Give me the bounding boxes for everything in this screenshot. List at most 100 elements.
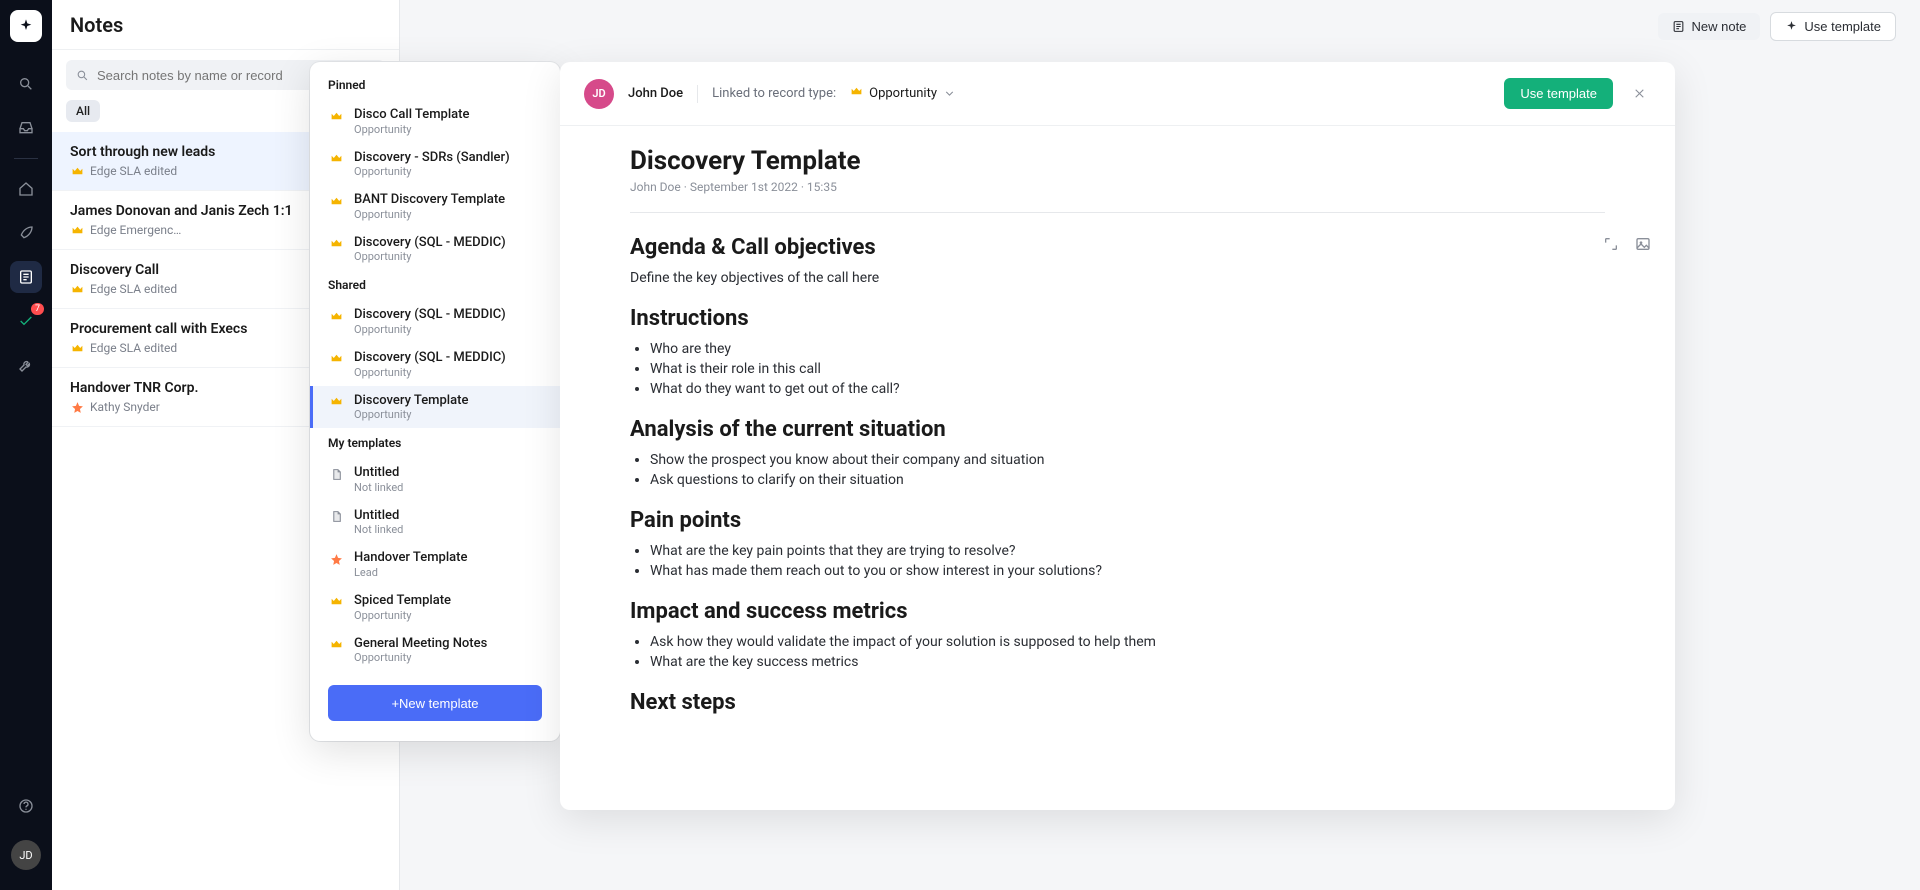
tpl-item-title: Discovery (SQL - MEDDIC)	[354, 235, 506, 251]
tpl-item[interactable]: UntitledNot linked	[310, 458, 560, 501]
crown-icon	[70, 341, 84, 355]
section-heading-next[interactable]: Next steps	[630, 690, 1605, 715]
nav-home-icon[interactable]	[10, 173, 42, 205]
doc-icon	[328, 466, 344, 482]
image-icon[interactable]	[1635, 236, 1651, 252]
tpl-item-title: Spiced Template	[354, 593, 451, 609]
sparkle-icon	[1785, 20, 1798, 33]
crown-icon	[328, 151, 344, 167]
crown-icon	[328, 351, 344, 367]
note-meta: Kathy Snyder	[90, 400, 160, 414]
tpl-item-title: Handover Template	[354, 550, 467, 566]
nav-search-icon[interactable]	[10, 68, 42, 100]
tpl-item[interactable]: Discovery TemplateOpportunity	[310, 386, 560, 429]
section-list-item[interactable]: Who are they	[650, 341, 1605, 357]
note-meta: Edge SLA edited	[90, 341, 177, 355]
expand-icon[interactable]	[1603, 236, 1619, 252]
tpl-item[interactable]: Disco Call TemplateOpportunity	[310, 100, 560, 143]
tpl-item-sub: Opportunity	[354, 165, 510, 178]
section-list[interactable]: Show the prospect you know about their c…	[650, 452, 1605, 488]
editor-body[interactable]: Discovery Template John Doe · September …	[560, 126, 1675, 810]
nav-tasks-icon[interactable]: 7	[10, 305, 42, 337]
nav-rocket-icon[interactable]	[10, 217, 42, 249]
section-list-item[interactable]: What are the key success metrics	[650, 654, 1605, 670]
crown-icon	[70, 223, 84, 237]
new-note-button[interactable]: New note	[1658, 13, 1760, 40]
filter-all[interactable]: All	[66, 100, 100, 122]
nav-notes-icon[interactable]	[10, 261, 42, 293]
tpl-item-sub: Opportunity	[354, 250, 506, 263]
nav-tasks-badge: 7	[31, 303, 44, 315]
nav-divider	[14, 158, 38, 159]
tpl-item-title: Discovery - SDRs (Sandler)	[354, 150, 510, 166]
section-list-item[interactable]: What has made them reach out to you or s…	[650, 563, 1605, 579]
doc-icon	[328, 509, 344, 525]
section-heading-impact[interactable]: Impact and success metrics	[630, 599, 1605, 624]
use-template-button[interactable]: Use template	[1504, 78, 1613, 109]
tpl-item[interactable]: Discovery (SQL - MEDDIC)Opportunity	[310, 300, 560, 343]
top-actions: New note Use template	[1658, 12, 1896, 41]
close-icon	[1633, 87, 1646, 100]
section-text[interactable]: Define the key objectives of the call he…	[630, 270, 1605, 286]
divider	[630, 212, 1605, 213]
notes-panel-title: Notes	[70, 13, 123, 37]
section-heading-pain[interactable]: Pain points	[630, 508, 1605, 533]
note-meta: Edge SLA edited	[90, 164, 177, 178]
use-template-top-label: Use template	[1804, 19, 1881, 34]
tpl-item[interactable]: Discovery (SQL - MEDDIC)Opportunity	[310, 228, 560, 271]
nav-avatar[interactable]: JD	[11, 840, 41, 870]
section-heading-analysis[interactable]: Analysis of the current situation	[630, 417, 1605, 442]
section-heading-instructions[interactable]: Instructions	[630, 306, 1605, 331]
tpl-item-title: Discovery (SQL - MEDDIC)	[354, 350, 506, 366]
linked-to-label: Linked to record type:	[712, 86, 836, 101]
tpl-item-title: Discovery (SQL - MEDDIC)	[354, 307, 506, 323]
star-icon	[328, 551, 344, 567]
section-list-item[interactable]: What is their role in this call	[650, 361, 1605, 377]
section-list-item[interactable]: What do they want to get out of the call…	[650, 381, 1605, 397]
nav-settings-icon[interactable]	[10, 349, 42, 381]
tpl-item[interactable]: Handover TemplateLead	[310, 543, 560, 586]
search-icon	[76, 69, 89, 82]
tpl-item-title: Disco Call Template	[354, 107, 469, 123]
use-template-top-button[interactable]: Use template	[1770, 12, 1896, 41]
app-logo[interactable]	[10, 10, 42, 42]
tpl-item-title: Discovery Template	[354, 393, 468, 409]
tpl-item-sub: Opportunity	[354, 408, 468, 421]
section-list[interactable]: Who are they What is their role in this …	[650, 341, 1605, 397]
section-list-item[interactable]: What are the key pain points that they a…	[650, 543, 1605, 559]
tpl-item[interactable]: UntitledNot linked	[310, 501, 560, 544]
section-list-item[interactable]: Ask how they would validate the impact o…	[650, 634, 1605, 650]
section-list-item[interactable]: Ask questions to clarify on their situat…	[650, 472, 1605, 488]
crown-icon	[328, 394, 344, 410]
close-button[interactable]	[1627, 82, 1651, 106]
tpl-item-sub: Not linked	[354, 481, 403, 494]
new-template-button[interactable]: +New template	[328, 685, 542, 721]
tpl-item-title: Untitled	[354, 508, 403, 524]
tpl-section-pinned-label: Pinned	[310, 78, 560, 100]
section-list[interactable]: What are the key pain points that they a…	[650, 543, 1605, 579]
template-panel: Pinned Disco Call TemplateOpportunity Di…	[310, 62, 560, 741]
record-type-dropdown[interactable]: Opportunity	[850, 85, 956, 102]
nav-rail: 7 JD	[0, 0, 52, 890]
note-plus-icon	[1672, 20, 1685, 33]
tpl-item[interactable]: Discovery (SQL - MEDDIC)Opportunity	[310, 343, 560, 386]
section-heading-agenda[interactable]: Agenda & Call objectives	[630, 235, 1605, 260]
star-icon	[70, 400, 84, 414]
section-list[interactable]: Ask how they would validate the impact o…	[650, 634, 1605, 670]
tpl-item-sub: Opportunity	[354, 651, 487, 664]
crown-icon	[328, 108, 344, 124]
tpl-section-shared-label: Shared	[310, 278, 560, 300]
tpl-item-sub: Opportunity	[354, 323, 506, 336]
tpl-item[interactable]: Discovery - SDRs (Sandler)Opportunity	[310, 143, 560, 186]
tpl-item-title: Untitled	[354, 465, 403, 481]
section-list-item[interactable]: Show the prospect you know about their c…	[650, 452, 1605, 468]
doc-title[interactable]: Discovery Template	[630, 146, 1605, 176]
tpl-item[interactable]: BANT Discovery TemplateOpportunity	[310, 185, 560, 228]
tpl-item[interactable]: General Meeting NotesOpportunity	[310, 629, 560, 672]
nav-help-icon[interactable]	[10, 790, 42, 822]
tpl-item[interactable]: Spiced TemplateOpportunity	[310, 586, 560, 629]
tpl-item-title: BANT Discovery Template	[354, 192, 505, 208]
editor-side-tools	[1603, 236, 1651, 252]
nav-inbox-icon[interactable]	[10, 112, 42, 144]
tpl-section-my-label: My templates	[310, 436, 560, 458]
